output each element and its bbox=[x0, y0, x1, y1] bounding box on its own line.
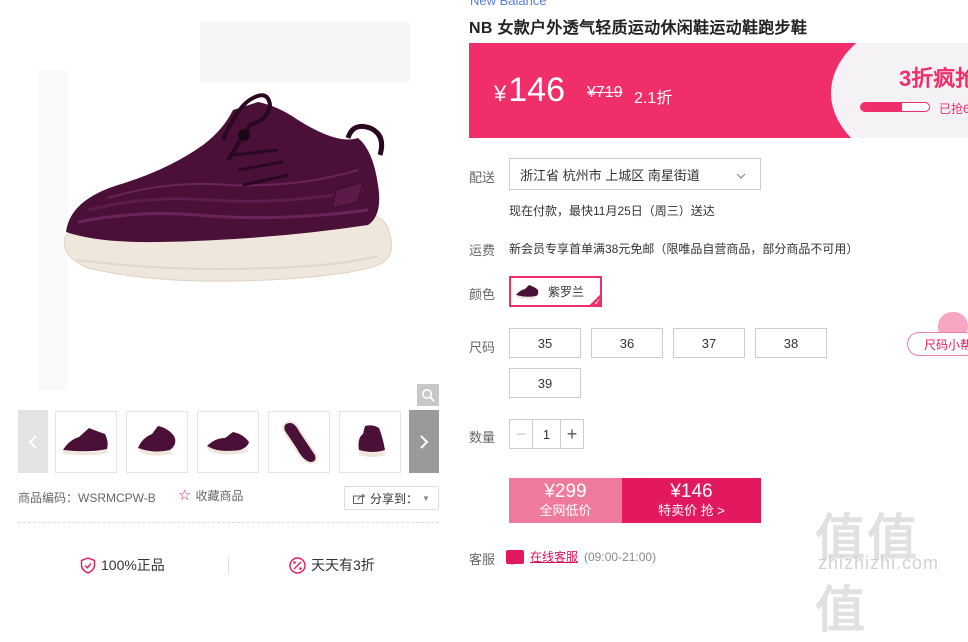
thumbnail-2[interactable] bbox=[126, 411, 188, 473]
color-swatch bbox=[516, 284, 539, 299]
discount-rate: 2.1折 bbox=[634, 90, 673, 107]
authentic-badge: 100%正品 bbox=[80, 555, 165, 575]
size-option-36[interactable]: 36 bbox=[591, 328, 663, 358]
share-icon bbox=[353, 493, 366, 504]
promo-sold-text: 已抢6 bbox=[939, 102, 968, 116]
color-name: 紫罗兰 bbox=[548, 285, 585, 299]
product-code: 商品编码：WSRMCPW-B bbox=[18, 491, 156, 505]
discount-badge: 天天有3折 bbox=[289, 555, 375, 575]
share-button[interactable]: 分享到： ▼ bbox=[344, 486, 439, 510]
size-option-37[interactable]: 37 bbox=[673, 328, 745, 358]
chevron-left-icon bbox=[28, 434, 37, 449]
sale-price-label: 特卖价 抢 > bbox=[658, 502, 725, 518]
delivery-note: 现在付款，最快11月25日（周三）送达 bbox=[509, 204, 715, 218]
color-option-selected[interactable]: 紫罗兰 ✓ bbox=[509, 276, 602, 307]
zoom-button[interactable] bbox=[417, 384, 439, 406]
favorite-button[interactable]: ☆ 收藏商品 bbox=[178, 487, 243, 504]
color-label: 颜色 bbox=[469, 287, 496, 302]
market-price: ¥299 bbox=[544, 480, 587, 502]
thumbnail-prev-button[interactable] bbox=[18, 410, 48, 473]
caret-down-icon: ▼ bbox=[422, 493, 430, 503]
quantity-increase-button[interactable]: + bbox=[560, 420, 583, 448]
chevron-down-icon bbox=[736, 168, 746, 182]
quantity-label: 数量 bbox=[469, 430, 496, 445]
address-select[interactable]: 浙江省 杭州市 上城区 南星街道 bbox=[509, 158, 761, 190]
promo-progress-bar bbox=[860, 102, 930, 112]
market-price-box: ¥299 全网低价 bbox=[509, 478, 622, 523]
size-option-39[interactable]: 39 bbox=[509, 368, 581, 398]
size-helper-button[interactable]: 尺码小帮手 bbox=[907, 332, 968, 356]
magnifier-icon bbox=[422, 389, 435, 402]
thumbnail-3[interactable] bbox=[197, 411, 259, 473]
thumbnail-1[interactable] bbox=[55, 411, 117, 473]
current-price-value: 146 bbox=[508, 71, 565, 109]
original-price: ¥719 bbox=[587, 84, 623, 101]
product-title: NB 女款户外透气轻质运动休闲鞋运动鞋跑步鞋 bbox=[469, 20, 808, 37]
divider bbox=[18, 522, 439, 523]
address-value: 浙江省 杭州市 上城区 南星街道 bbox=[520, 167, 700, 183]
size-option-38[interactable]: 38 bbox=[755, 328, 827, 358]
selected-check-icon: ✓ bbox=[588, 293, 602, 307]
share-label: 分享到： bbox=[370, 491, 419, 506]
chat-icon bbox=[506, 549, 524, 565]
quantity-value[interactable]: 1 bbox=[533, 420, 560, 448]
online-service: 在线客服 (09:00-21:00) bbox=[506, 548, 656, 565]
shipping-text: 新会员专享首单满38元免邮（限唯品自营商品，部分商品不可用） bbox=[509, 242, 859, 256]
size-label: 尺码 bbox=[469, 340, 496, 355]
percent-icon bbox=[289, 556, 306, 574]
buy-now-button[interactable]: ¥146 特卖价 抢 > bbox=[622, 478, 761, 523]
favorite-label: 收藏商品 bbox=[195, 489, 244, 503]
quantity-decrease-button[interactable]: − bbox=[510, 420, 533, 448]
service-label: 客服 bbox=[469, 552, 496, 567]
current-price: ¥ 146 bbox=[494, 71, 565, 110]
shipping-label: 运费 bbox=[469, 243, 496, 258]
currency-symbol: ¥ bbox=[494, 81, 507, 106]
authentic-label: 100%正品 bbox=[101, 557, 165, 573]
thumbnail-next-button[interactable] bbox=[409, 410, 439, 473]
market-price-label: 全网低价 bbox=[539, 502, 592, 518]
site-watermark-url: zhizhizhi.com bbox=[818, 553, 940, 573]
chevron-right-icon bbox=[420, 434, 429, 449]
service-hours: (09:00-21:00) bbox=[584, 549, 657, 564]
main-product-image[interactable] bbox=[18, 10, 439, 408]
sale-price: ¥146 bbox=[670, 480, 713, 502]
thumbnail-5[interactable] bbox=[339, 411, 401, 473]
price-banner: ¥ 146 ¥719 2.1折 3折疯抢 已抢6 bbox=[469, 43, 968, 138]
delivery-label: 配送 bbox=[469, 170, 496, 185]
star-icon: ☆ bbox=[178, 487, 192, 504]
discount-label: 天天有3折 bbox=[311, 557, 375, 573]
mascot-icon bbox=[938, 312, 968, 334]
thumbnail-4[interactable] bbox=[268, 411, 330, 473]
online-service-link[interactable]: 在线客服 bbox=[530, 548, 578, 565]
shield-check-icon bbox=[80, 556, 96, 574]
badge-separator bbox=[228, 556, 229, 574]
brand-link[interactable]: New Balance bbox=[470, 0, 547, 8]
quantity-stepper: − 1 + bbox=[509, 419, 584, 449]
promo-title: 3折疯抢 bbox=[899, 66, 968, 91]
size-option-35[interactable]: 35 bbox=[509, 328, 581, 358]
